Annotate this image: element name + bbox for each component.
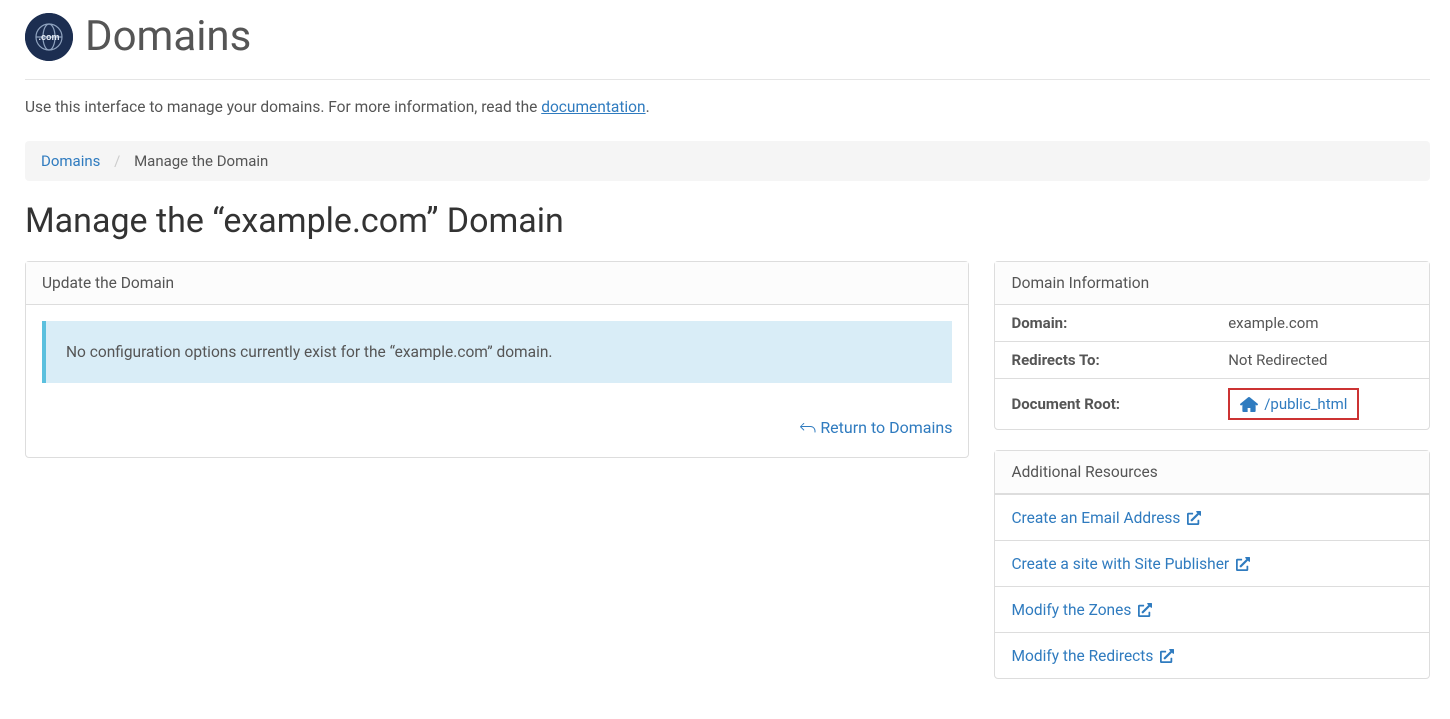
additional-resources-heading: Additional Resources xyxy=(995,451,1429,494)
external-link-icon xyxy=(1236,557,1250,571)
info-label-redirects: Redirects To: xyxy=(995,342,1212,379)
documentation-link[interactable]: documentation xyxy=(541,98,645,116)
page-header: .com Domains xyxy=(25,0,1430,80)
info-value-domain: example.com xyxy=(1212,305,1429,342)
docroot-path: /public_html xyxy=(1264,395,1347,413)
breadcrumb-root-link[interactable]: Domains xyxy=(41,152,100,170)
return-to-domains-link[interactable]: Return to Domains xyxy=(800,418,952,437)
site-publisher-link[interactable]: Create a site with Site Publisher xyxy=(1011,555,1250,573)
list-item: Create an Email Address xyxy=(995,494,1429,540)
table-row: Domain: example.com xyxy=(995,305,1429,342)
breadcrumb: Domains / Manage the Domain xyxy=(25,141,1430,181)
list-item: Create a site with Site Publisher xyxy=(995,540,1429,586)
domains-icon: .com xyxy=(25,13,73,61)
resource-label: Create an Email Address xyxy=(1011,509,1180,527)
breadcrumb-separator: / xyxy=(114,152,120,170)
return-label: Return to Domains xyxy=(816,418,952,437)
resource-label: Create a site with Site Publisher xyxy=(1011,555,1229,573)
return-arrow-icon xyxy=(800,419,816,435)
additional-resources-panel: Additional Resources Create an Email Add… xyxy=(994,450,1430,679)
info-value-redirects: Not Redirected xyxy=(1212,342,1429,379)
external-link-icon xyxy=(1138,603,1152,617)
intro-suffix: . xyxy=(646,98,650,116)
info-label-docroot: Document Root: xyxy=(995,379,1212,430)
update-domain-panel: Update the Domain No configuration optio… xyxy=(25,261,969,458)
home-icon xyxy=(1240,396,1258,412)
external-link-icon xyxy=(1160,649,1174,663)
list-item: Modify the Zones xyxy=(995,586,1429,632)
domain-info-table: Domain: example.com Redirects To: Not Re… xyxy=(995,305,1429,429)
table-row: Document Root: /public_html xyxy=(995,379,1429,430)
section-title: Manage the “example.com” Domain xyxy=(25,201,1430,241)
document-root-link[interactable]: /public_html xyxy=(1228,388,1359,420)
no-config-alert: No configuration options currently exist… xyxy=(42,321,952,383)
info-label-domain: Domain: xyxy=(995,305,1212,342)
resource-label: Modify the Zones xyxy=(1011,601,1131,619)
domain-info-panel: Domain Information Domain: example.com R… xyxy=(994,261,1430,430)
intro-text: Use this interface to manage your domain… xyxy=(25,98,1430,116)
table-row: Redirects To: Not Redirected xyxy=(995,342,1429,379)
domain-info-heading: Domain Information xyxy=(995,262,1429,305)
svg-text:.com: .com xyxy=(38,32,59,42)
breadcrumb-current: Manage the Domain xyxy=(134,152,268,170)
update-domain-heading: Update the Domain xyxy=(26,262,968,305)
intro-prefix: Use this interface to manage your domain… xyxy=(25,98,541,116)
external-link-icon xyxy=(1187,511,1201,525)
page-title: Domains xyxy=(85,12,251,61)
list-item: Modify the Redirects xyxy=(995,632,1429,678)
modify-zones-link[interactable]: Modify the Zones xyxy=(1011,601,1152,619)
create-email-link[interactable]: Create an Email Address xyxy=(1011,509,1201,527)
